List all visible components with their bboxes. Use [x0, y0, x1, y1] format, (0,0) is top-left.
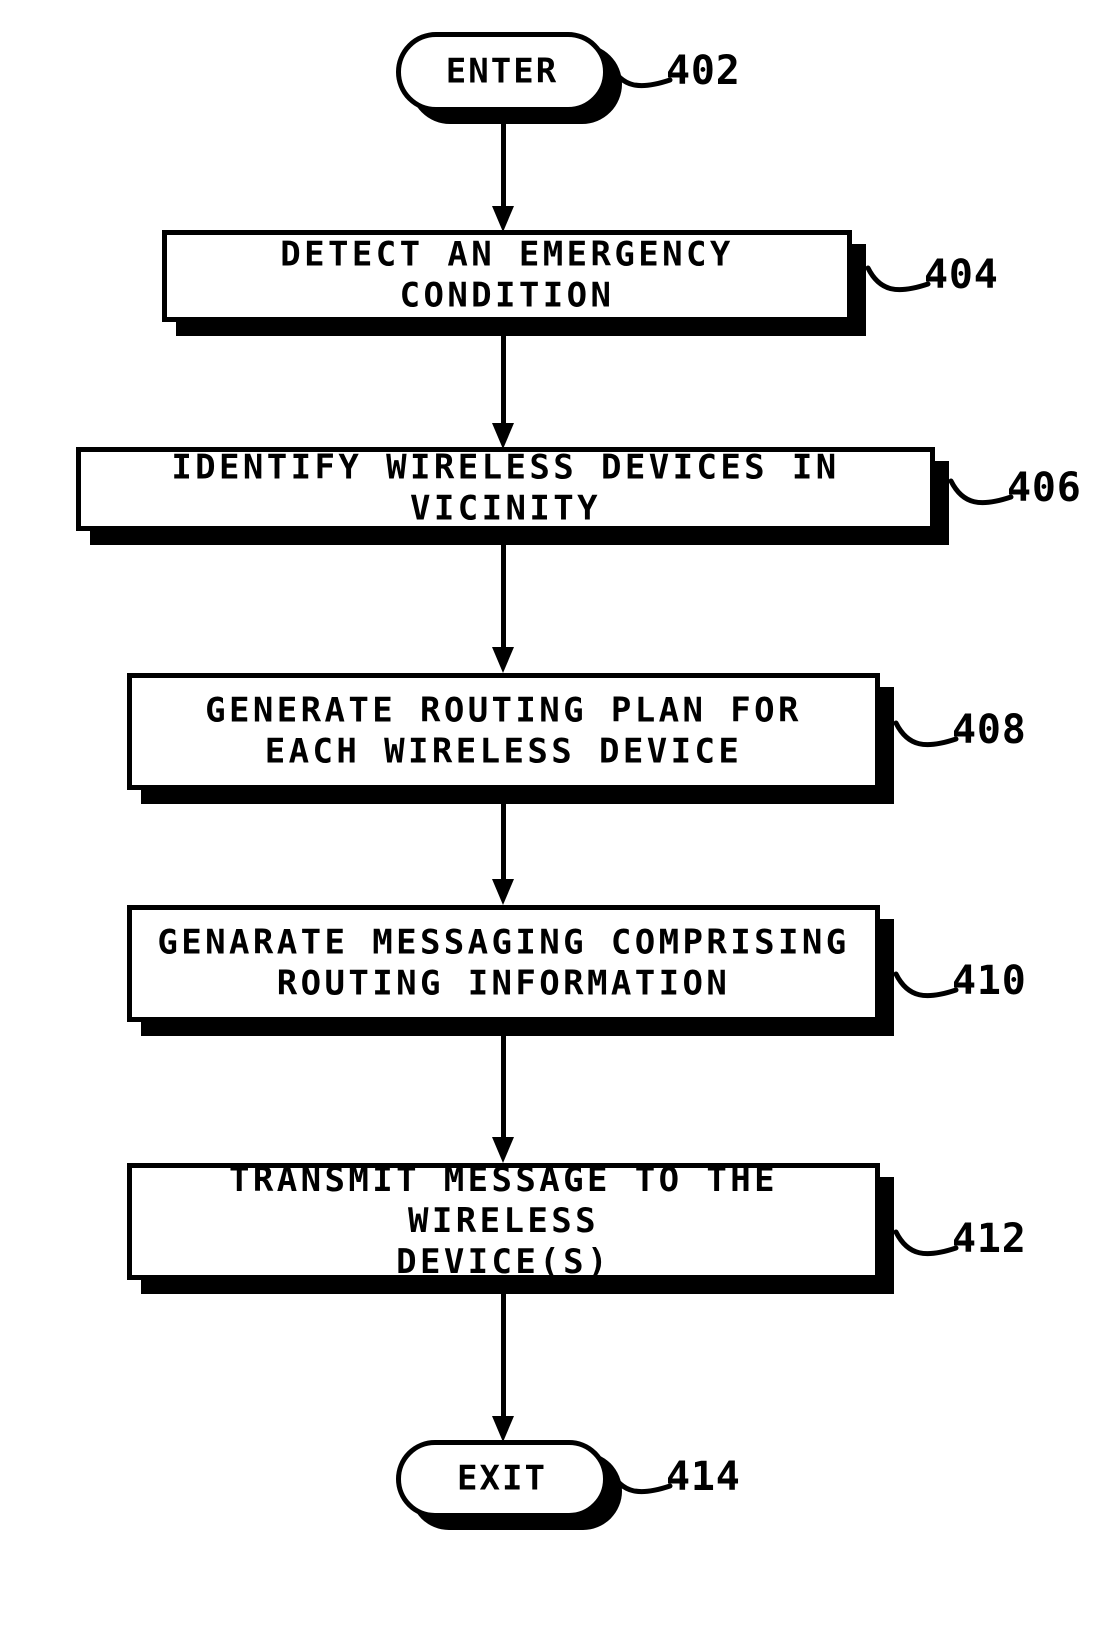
connector-408-to-410	[491, 790, 515, 905]
step-410-box: GENARATE MESSAGING COMPRISING ROUTING IN…	[127, 905, 880, 1022]
exit-terminator-label: EXIT	[456, 1458, 548, 1499]
reference-numeral-406: 406	[1007, 465, 1082, 511]
step-410-label: GENARATE MESSAGING COMPRISING ROUTING IN…	[157, 922, 850, 1004]
exit-terminator: EXIT	[396, 1440, 608, 1518]
step-406-box: IDENTIFY WIRELESS DEVICES IN VICINITY	[76, 447, 935, 531]
step-406-label: IDENTIFY WIRELESS DEVICES IN VICINITY	[171, 447, 840, 529]
enter-terminator: ENTER	[396, 32, 608, 112]
step-408-box: GENERATE ROUTING PLAN FOR EACH WIRELESS …	[127, 673, 880, 790]
step-408-label: GENERATE ROUTING PLAN FOR EACH WIRELESS …	[205, 690, 802, 772]
step-404-box: DETECT AN EMERGENCY CONDITION	[162, 230, 852, 322]
step-412-box: TRANSMIT MESSAGE TO THE WIRELESS DEVICE(…	[127, 1159, 880, 1282]
reference-numeral-402: 402	[666, 48, 741, 94]
step-412-label: TRANSMIT MESSAGE TO THE WIRELESS DEVICE(…	[228, 1159, 778, 1283]
reference-numeral-404: 404	[924, 252, 999, 298]
reference-numeral-414: 414	[666, 1454, 741, 1500]
flowchart-figure: ENTER 402 DETECT AN EMERGENCY CONDITION …	[0, 0, 1112, 1640]
connector-412-to-exit	[491, 1294, 515, 1442]
reference-numeral-412: 412	[952, 1216, 1027, 1262]
connector-404-to-406	[491, 322, 515, 449]
connector-406-to-408	[491, 531, 515, 673]
connector-410-to-412	[491, 1022, 515, 1163]
enter-terminator-label: ENTER	[445, 51, 559, 92]
connector-enter-to-404	[491, 112, 515, 232]
step-404-label: DETECT AN EMERGENCY CONDITION	[280, 234, 734, 316]
reference-numeral-408: 408	[952, 707, 1027, 753]
reference-numeral-410: 410	[952, 958, 1027, 1004]
